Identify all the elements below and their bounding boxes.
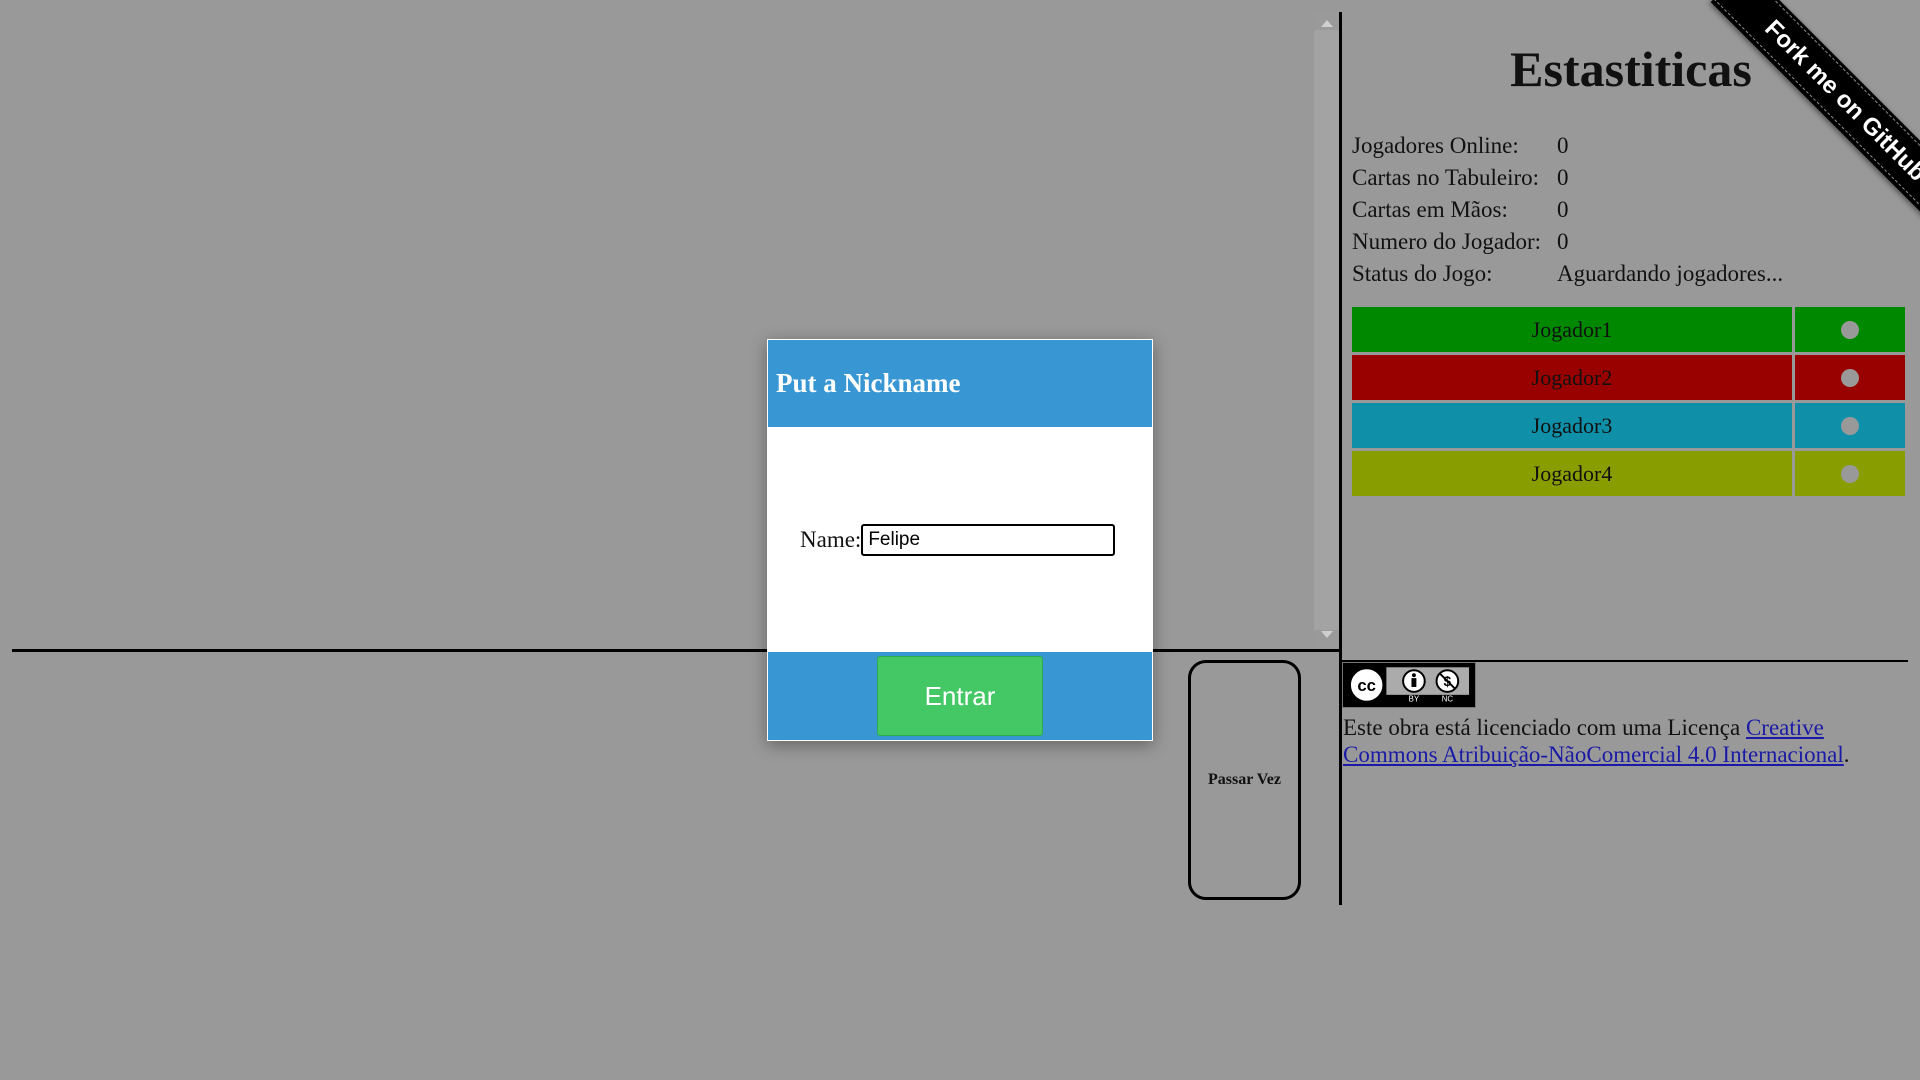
status-dot-icon (1841, 416, 1859, 435)
stat-row-game-status: Status do Jogo: Aguardando jogadores... (1352, 258, 1783, 290)
stat-label: Status do Jogo: (1352, 261, 1493, 286)
player-row-3: Jogador3 (1352, 403, 1905, 448)
player-row-4: Jogador4 (1352, 451, 1905, 496)
license-text: Este obra está licenciado com uma Licenç… (1343, 714, 1908, 768)
stat-value: 0 (1557, 165, 1569, 190)
name-label: Name: (800, 526, 862, 552)
stat-value: Aguardando jogadores... (1557, 261, 1784, 286)
status-dot-icon (1841, 464, 1859, 483)
modal-header: Put a Nickname (768, 340, 1152, 427)
nickname-modal: Put a Nickname Name: Entrar (767, 339, 1153, 741)
scrollbar-track[interactable] (1314, 30, 1340, 630)
svg-text:NC: NC (1442, 695, 1454, 704)
svg-text:cc: cc (1357, 676, 1376, 695)
player-name: Jogador3 (1352, 403, 1792, 448)
stat-label: Numero do Jogador: (1352, 229, 1542, 254)
player-status-cell (1795, 307, 1905, 352)
player-status-cell (1795, 451, 1905, 496)
pass-turn-button[interactable]: Passar Vez (1188, 660, 1301, 900)
player-row-2: Jogador2 (1352, 355, 1905, 400)
stat-value: 0 (1557, 133, 1569, 158)
stat-label: Jogadores Online: (1352, 133, 1519, 158)
player-name: Jogador4 (1352, 451, 1792, 496)
stat-row-player-number: Numero do Jogador: 0 (1352, 226, 1783, 258)
fork-on-github-ribbon[interactable]: Fork me on GitHub (1710, 0, 1920, 220)
players-table: Jogador1 Jogador2 Jogador3 Jogador4 (1352, 307, 1905, 499)
player-row-1: Jogador1 (1352, 307, 1905, 352)
license-text-after: . (1843, 742, 1850, 767)
scroll-up-arrow-icon[interactable] (1321, 20, 1333, 27)
player-name: Jogador2 (1352, 355, 1792, 400)
svg-text:BY: BY (1409, 695, 1420, 704)
status-dot-icon (1841, 320, 1859, 339)
stat-value: 0 (1557, 229, 1569, 254)
status-dot-icon (1841, 368, 1859, 387)
stat-label: Cartas em Mãos: (1352, 197, 1508, 222)
cc-by-nc-icon: cc $ BY NC (1347, 666, 1471, 704)
nickname-input[interactable] (861, 523, 1116, 556)
license-text-before: Este obra está licenciado com uma Licenç… (1343, 715, 1746, 740)
modal-body: Name: (768, 427, 1152, 652)
modal-footer: Entrar (768, 652, 1152, 740)
stat-label: Cartas no Tabuleiro: (1352, 165, 1540, 190)
player-status-cell (1795, 355, 1905, 400)
scroll-down-arrow-icon[interactable] (1321, 631, 1333, 638)
stats-divider-vertical (1339, 12, 1342, 905)
player-status-cell (1795, 403, 1905, 448)
github-ribbon-container: Fork me on GitHub (1700, 0, 1920, 220)
modal-title: Put a Nickname (776, 368, 961, 398)
cc-license-badge[interactable]: cc $ BY NC (1342, 662, 1476, 708)
enter-button[interactable]: Entrar (877, 656, 1043, 736)
player-name: Jogador1 (1352, 307, 1792, 352)
stat-value: 0 (1557, 197, 1569, 222)
